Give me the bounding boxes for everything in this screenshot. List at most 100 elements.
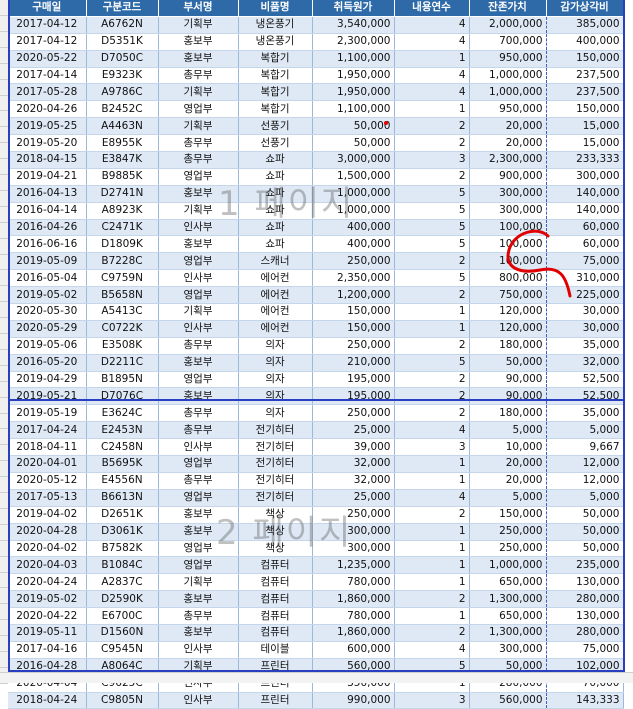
- cell-purchase-date[interactable]: 2019-04-29: [8, 371, 87, 389]
- cell-cost[interactable]: 1,100,000: [312, 100, 395, 119]
- cell-item[interactable]: 의자: [238, 354, 313, 372]
- cell-code[interactable]: C9805N: [86, 692, 159, 709]
- cell-code[interactable]: B9885K: [86, 168, 159, 186]
- cell-cost[interactable]: 150,000: [312, 303, 395, 321]
- cell-depreciation[interactable]: 15,000: [546, 117, 624, 136]
- cell-depreciation[interactable]: 300,000: [546, 168, 624, 186]
- cell-useful-life[interactable]: 1: [394, 573, 470, 592]
- cell-purchase-date[interactable]: 2017-04-12: [8, 33, 87, 51]
- cell-item[interactable]: 선풍기: [238, 117, 313, 136]
- cell-useful-life[interactable]: 2: [394, 252, 470, 271]
- cell-department[interactable]: 기획부: [158, 202, 239, 220]
- column-header-residual-value[interactable]: 잔존가치: [469, 0, 547, 17]
- cell-useful-life[interactable]: 2: [394, 134, 470, 153]
- cell-cost[interactable]: 780,000: [312, 573, 395, 592]
- column-header-code[interactable]: 구분코드: [86, 0, 159, 17]
- cell-depreciation[interactable]: 233,333: [546, 151, 624, 169]
- cell-purchase-date[interactable]: 2016-06-16: [8, 235, 87, 254]
- cell-purchase-date[interactable]: 2019-05-02: [8, 286, 87, 305]
- cell-item[interactable]: 냉온풍기: [238, 16, 313, 34]
- cell-code[interactable]: C9759N: [86, 269, 159, 288]
- cell-useful-life[interactable]: 2: [394, 117, 470, 136]
- cell-item[interactable]: 에어컨: [238, 303, 313, 321]
- cell-department[interactable]: 총무부: [158, 607, 239, 625]
- cell-depreciation[interactable]: 75,000: [546, 252, 624, 271]
- cell-code[interactable]: B5695K: [86, 455, 159, 473]
- cell-department[interactable]: 영업부: [158, 455, 239, 473]
- cell-useful-life[interactable]: 4: [394, 33, 470, 51]
- cell-depreciation[interactable]: 15,000: [546, 134, 624, 153]
- cell-depreciation[interactable]: 400,000: [546, 33, 624, 51]
- cell-cost[interactable]: 25,000: [312, 421, 395, 440]
- cell-cost[interactable]: 1,950,000: [312, 83, 395, 102]
- cell-cost[interactable]: 150,000: [312, 320, 395, 338]
- cell-purchase-date[interactable]: 2017-05-13: [8, 489, 87, 507]
- cell-item[interactable]: 복합기: [238, 67, 313, 85]
- cell-department[interactable]: 총무부: [158, 404, 239, 423]
- cell-depreciation[interactable]: 5,000: [546, 489, 624, 507]
- cell-cost[interactable]: 1,860,000: [312, 590, 395, 609]
- cell-department[interactable]: 총무부: [158, 421, 239, 440]
- cell-purchase-date[interactable]: 2020-05-30: [8, 303, 87, 321]
- cell-code[interactable]: E6700C: [86, 607, 159, 625]
- cell-department[interactable]: 영업부: [158, 489, 239, 507]
- cell-residual-value[interactable]: 20,000: [469, 117, 547, 136]
- cell-residual-value[interactable]: 20,000: [469, 455, 547, 473]
- cell-depreciation[interactable]: 52,500: [546, 387, 624, 406]
- cell-residual-value[interactable]: 120,000: [469, 303, 547, 321]
- cell-depreciation[interactable]: 60,000: [546, 235, 624, 254]
- cell-department[interactable]: 인사부: [158, 269, 239, 288]
- cell-item[interactable]: 책상: [238, 540, 313, 558]
- cell-item[interactable]: 프린터: [238, 692, 313, 709]
- cell-cost[interactable]: 600,000: [312, 641, 395, 659]
- cell-depreciation[interactable]: 75,000: [546, 641, 624, 659]
- cell-department[interactable]: 홍보부: [158, 354, 239, 372]
- cell-item[interactable]: 전기히터: [238, 489, 313, 507]
- cell-cost[interactable]: 50,000: [312, 134, 395, 153]
- cell-code[interactable]: D2590K: [86, 590, 159, 609]
- cell-cost[interactable]: 195,000: [312, 387, 395, 406]
- cell-residual-value[interactable]: 250,000: [469, 540, 547, 558]
- horizontal-scrollbar[interactable]: [0, 672, 633, 683]
- cell-cost[interactable]: 250,000: [312, 337, 395, 355]
- cell-useful-life[interactable]: 5: [394, 235, 470, 254]
- cell-department[interactable]: 영업부: [158, 540, 239, 558]
- cell-purchase-date[interactable]: 2020-04-24: [8, 573, 87, 592]
- cell-residual-value[interactable]: 300,000: [469, 641, 547, 659]
- cell-item[interactable]: 냉온풍기: [238, 33, 313, 51]
- cell-department[interactable]: 총무부: [158, 472, 239, 490]
- cell-department[interactable]: 영업부: [158, 556, 239, 575]
- cell-depreciation[interactable]: 60,000: [546, 219, 624, 237]
- cell-item[interactable]: 컴퓨터: [238, 573, 313, 592]
- cell-department[interactable]: 총무부: [158, 134, 239, 153]
- column-header-item[interactable]: 비품명: [238, 0, 313, 17]
- cell-code[interactable]: E3624C: [86, 404, 159, 423]
- cell-cost[interactable]: 210,000: [312, 354, 395, 372]
- cell-residual-value[interactable]: 100,000: [469, 219, 547, 237]
- cell-useful-life[interactable]: 1: [394, 303, 470, 321]
- cell-code[interactable]: D1560N: [86, 624, 159, 642]
- cell-cost[interactable]: 1,950,000: [312, 67, 395, 85]
- cell-item[interactable]: 전기히터: [238, 455, 313, 473]
- cell-item[interactable]: 의자: [238, 387, 313, 406]
- cell-residual-value[interactable]: 700,000: [469, 33, 547, 51]
- cell-residual-value[interactable]: 800,000: [469, 269, 547, 288]
- cell-item[interactable]: 컴퓨터: [238, 556, 313, 575]
- cell-residual-value[interactable]: 180,000: [469, 404, 547, 423]
- cell-depreciation[interactable]: 310,000: [546, 269, 624, 288]
- cell-residual-value[interactable]: 1,300,000: [469, 624, 547, 642]
- cell-useful-life[interactable]: 3: [394, 151, 470, 169]
- cell-code[interactable]: B1084C: [86, 556, 159, 575]
- cell-code[interactable]: B2452C: [86, 100, 159, 119]
- cell-item[interactable]: 컴퓨터: [238, 624, 313, 642]
- cell-purchase-date[interactable]: 2016-04-14: [8, 202, 87, 220]
- cell-cost[interactable]: 1,235,000: [312, 556, 395, 575]
- cell-code[interactable]: D2651K: [86, 506, 159, 524]
- cell-useful-life[interactable]: 1: [394, 50, 470, 68]
- cell-item[interactable]: 쇼파: [238, 235, 313, 254]
- cell-item[interactable]: 책상: [238, 506, 313, 524]
- cell-code[interactable]: C9545N: [86, 641, 159, 659]
- cell-purchase-date[interactable]: 2016-04-13: [8, 185, 87, 203]
- cell-useful-life[interactable]: 2: [394, 506, 470, 524]
- cell-department[interactable]: 인사부: [158, 641, 239, 659]
